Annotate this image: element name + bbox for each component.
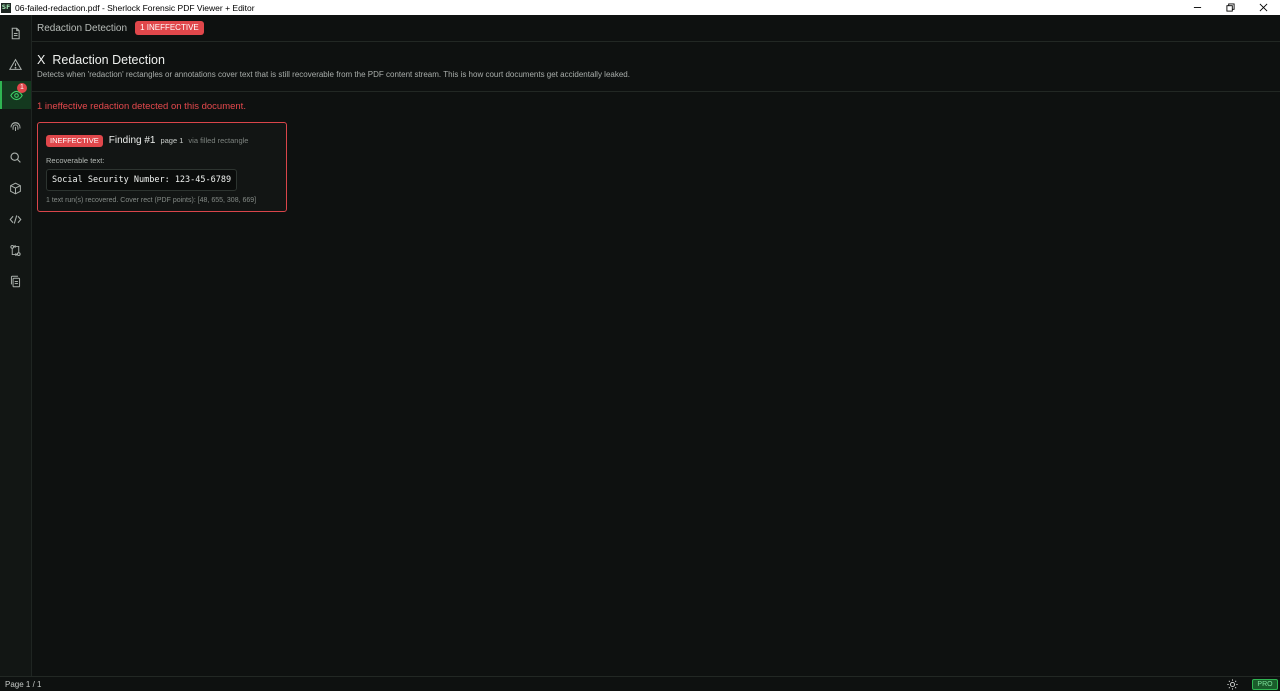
restore-icon bbox=[1226, 3, 1235, 12]
document-icon bbox=[11, 27, 20, 39]
topbar: Redaction Detection 1 INEFFECTIVE bbox=[32, 15, 1280, 42]
git-compare-icon bbox=[10, 244, 21, 256]
finding-footer: 1 text run(s) recovered. Cover rect (PDF… bbox=[46, 197, 257, 204]
window-controls bbox=[1181, 0, 1280, 15]
sidebar-item-compare[interactable] bbox=[0, 236, 31, 264]
close-button[interactable] bbox=[1247, 0, 1280, 15]
finding-header: INEFFECTIVE Finding #1 page 1 via filled… bbox=[46, 135, 278, 147]
search-icon bbox=[10, 151, 21, 163]
page-title: X Redaction Detection bbox=[37, 53, 1280, 67]
finding-card: INEFFECTIVE Finding #1 page 1 via filled… bbox=[37, 122, 287, 212]
sidebar-item-redaction[interactable]: 1 bbox=[0, 81, 31, 109]
fingerprint-icon bbox=[10, 121, 21, 131]
redaction-count-badge: 1 bbox=[17, 83, 27, 93]
finding-page: page 1 bbox=[160, 136, 184, 145]
page-indicator: Page 1 / 1 bbox=[5, 679, 42, 689]
breadcrumb: Redaction Detection bbox=[37, 22, 128, 34]
warning-icon bbox=[9, 58, 22, 70]
window-title: 06-failed-redaction.pdf - Sherlock Foren… bbox=[15, 2, 255, 13]
sun-icon bbox=[1227, 679, 1238, 690]
recoverable-text-label: Recoverable text: bbox=[46, 156, 105, 165]
detection-summary: 1 ineffective redaction detected on this… bbox=[37, 101, 246, 112]
code-icon bbox=[9, 214, 22, 224]
sidebar-item-code[interactable] bbox=[0, 205, 31, 233]
panel-header: X Redaction Detection Detects when 'reda… bbox=[32, 42, 1280, 92]
minimize-icon bbox=[1193, 7, 1202, 8]
copy-icon bbox=[10, 275, 21, 287]
ineffective-count-badge: 1 INEFFECTIVE bbox=[135, 21, 204, 35]
finding-status-badge: INEFFECTIVE bbox=[46, 135, 103, 147]
theme-toggle-button[interactable] bbox=[1226, 678, 1239, 691]
sidebar-item-warnings[interactable] bbox=[0, 50, 31, 78]
page-description: Detects when 'redaction' rectangles or a… bbox=[37, 70, 630, 79]
minimize-button[interactable] bbox=[1181, 0, 1214, 15]
statusbar: Page 1 / 1 PRO bbox=[0, 676, 1280, 691]
sidebar-item-search[interactable] bbox=[0, 143, 31, 171]
sidebar: 1 bbox=[0, 15, 32, 676]
finding-title: Finding #1 bbox=[108, 135, 156, 146]
pro-badge: PRO bbox=[1252, 679, 1278, 690]
app-icon: SF bbox=[1, 2, 11, 13]
window-titlebar: SF 06-failed-redaction.pdf - Sherlock Fo… bbox=[0, 0, 1280, 15]
close-icon bbox=[1259, 3, 1268, 12]
x-mark-icon: X bbox=[37, 53, 46, 67]
restore-button[interactable] bbox=[1214, 0, 1247, 15]
sidebar-item-objects[interactable] bbox=[0, 174, 31, 202]
main-panel: Redaction Detection 1 INEFFECTIVE X Reda… bbox=[32, 15, 1280, 676]
finding-method: via filled rectangle bbox=[188, 136, 249, 145]
sidebar-item-copy[interactable] bbox=[0, 267, 31, 295]
sidebar-item-document[interactable] bbox=[0, 19, 31, 47]
sidebar-item-fingerprint[interactable] bbox=[0, 112, 31, 140]
recoverable-text-box[interactable]: Social Security Number: 123-45-6789 bbox=[46, 169, 238, 191]
cube-icon bbox=[10, 182, 21, 194]
page-title-text: Redaction Detection bbox=[52, 53, 165, 67]
